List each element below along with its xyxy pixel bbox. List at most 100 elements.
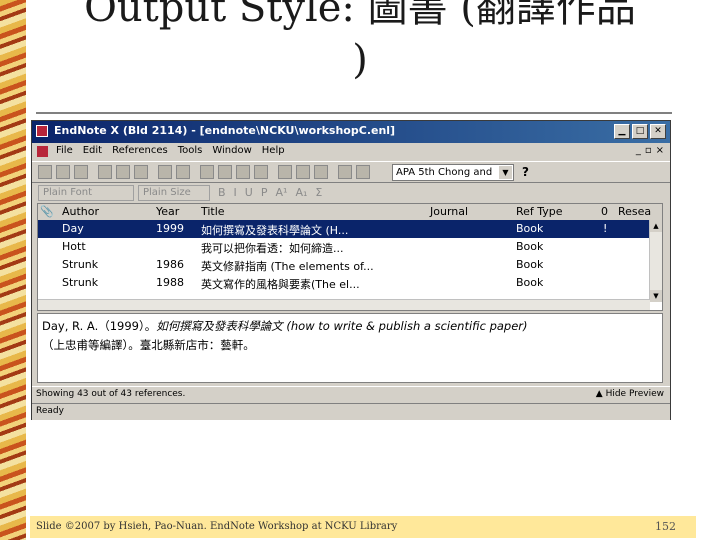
font-select[interactable]: Plain Font: [38, 185, 134, 201]
main-toolbar: APA 5th Chong and ▼ ?: [32, 161, 670, 183]
table-row[interactable]: Day 1999 如何撰寫及發表科學論文 (H... Book !: [38, 220, 650, 238]
ready-status: Ready: [36, 406, 64, 416]
hide-preview-label: Hide Preview: [605, 389, 664, 399]
insert-citation-icon[interactable]: [200, 165, 214, 179]
scroll-down-icon[interactable]: ▼: [650, 290, 662, 302]
open-icon[interactable]: [56, 165, 70, 179]
horizontal-scrollbar[interactable]: [38, 299, 650, 310]
scroll-up-icon[interactable]: ▲: [650, 220, 662, 232]
size-select[interactable]: Plain Size: [138, 185, 210, 201]
document-icon[interactable]: [37, 146, 48, 157]
author-cell: Hott: [62, 240, 86, 253]
flag-cell: !: [603, 222, 608, 235]
title-divider: [36, 112, 672, 114]
footer-credit: Slide ©2007 by Hsieh, Pao-Nuan. EndNote …: [36, 521, 398, 532]
column-flag[interactable]: 0: [601, 205, 608, 218]
table-row[interactable]: Strunk 1988 英文寫作的風格與要素(The el... Book: [38, 274, 650, 292]
table-row[interactable]: Strunk 1986 英文修辭指南 (The elements of... B…: [38, 256, 650, 274]
vertical-scrollbar[interactable]: ▲ ▼: [649, 220, 662, 302]
author-cell: Day: [62, 222, 84, 235]
slide-footer: Slide ©2007 by Hsieh, Pao-Nuan. EndNote …: [30, 516, 696, 538]
column-year[interactable]: Year: [156, 205, 179, 218]
year-cell: 1988: [156, 276, 184, 289]
paste-icon[interactable]: [134, 165, 148, 179]
citation-preview: Day, R. A.（1999）。如何撰寫及發表科學論文 (how to wri…: [37, 313, 663, 383]
author-cell: Strunk: [62, 276, 99, 289]
slide-title: Output Style: 圖書 (翻譯作品 ): [40, 0, 680, 86]
cut-icon[interactable]: [98, 165, 112, 179]
column-title[interactable]: Title: [201, 205, 225, 218]
sync-icon[interactable]: [314, 165, 328, 179]
open-link-icon[interactable]: [254, 165, 268, 179]
menu-help[interactable]: Help: [262, 145, 285, 156]
italic-button[interactable]: I: [234, 186, 237, 199]
maximize-button[interactable]: □: [632, 124, 648, 139]
ref-type-cell: Book: [516, 258, 544, 271]
doc-close-icon[interactable]: ×: [656, 145, 664, 156]
reference-status-bar: Showing 43 out of 43 references. ▲ Hide …: [32, 386, 670, 403]
ref-type-cell: Book: [516, 240, 544, 253]
title-cell: 英文修辭指南 (The elements of...: [201, 260, 374, 273]
reference-table: 📎 Author Year Title Journal Ref Type 0 R…: [37, 203, 663, 311]
window-titlebar[interactable]: EndNote X (Bld 2114) - [endnote\NCKU\wor…: [32, 121, 670, 143]
title-cell: 英文寫作的風格與要素(The el...: [201, 278, 360, 291]
symbol-button[interactable]: Σ: [315, 186, 322, 199]
underline-button[interactable]: U: [245, 186, 253, 199]
attachment-column-icon[interactable]: 📎: [40, 205, 54, 218]
menu-file[interactable]: File: [56, 145, 73, 156]
format-bibliography-icon[interactable]: [218, 165, 232, 179]
output-style-value: APA 5th Chong and: [396, 167, 493, 178]
endnote-app-icon: [36, 125, 48, 137]
copy-icon[interactable]: [116, 165, 130, 179]
minimize-button[interactable]: ▁: [614, 124, 630, 139]
menu-bar: File Edit References Tools Window Help _…: [32, 143, 670, 161]
slide-title-line2: ): [352, 37, 368, 83]
title-cell: 我可以把你看透：如何締造...: [201, 242, 344, 255]
find-icon[interactable]: [158, 165, 172, 179]
cite-while-write-icon[interactable]: [296, 165, 310, 179]
menu-edit[interactable]: Edit: [83, 145, 102, 156]
preview-publisher: （上忠甫等編譯）。臺北縣新店市：藝軒。: [42, 338, 255, 352]
reference-count: Showing 43 out of 43 references.: [36, 389, 186, 399]
print-icon[interactable]: [74, 165, 88, 179]
chevron-down-icon[interactable]: ▼: [499, 166, 512, 179]
title-cell: 如何撰寫及發表科學論文 (H...: [201, 224, 349, 237]
output-style-select[interactable]: APA 5th Chong and ▼: [392, 164, 514, 181]
window-title: EndNote X (Bld 2114) - [endnote\NCKU\wor…: [54, 124, 396, 137]
online-search-icon[interactable]: [176, 165, 190, 179]
menu-references[interactable]: References: [112, 145, 168, 156]
column-author[interactable]: Author: [62, 205, 99, 218]
author-cell: Strunk: [62, 258, 99, 271]
doc-minimize-icon[interactable]: _: [636, 145, 641, 156]
new-icon[interactable]: [38, 165, 52, 179]
menu-window[interactable]: Window: [212, 145, 251, 156]
table-row[interactable]: Hott 我可以把你看透：如何締造... Book: [38, 238, 650, 256]
ref-type-cell: Book: [516, 276, 544, 289]
endnote-window: EndNote X (Bld 2114) - [endnote\NCKU\wor…: [31, 120, 671, 420]
hide-preview-button[interactable]: ▲ Hide Preview: [596, 389, 664, 399]
table-header: 📎 Author Year Title Journal Ref Type 0 R…: [38, 204, 662, 221]
slide-title-line1: Output Style: 圖書 (翻譯作品: [84, 0, 636, 31]
preview-toggle-icon[interactable]: [338, 165, 352, 179]
plain-button[interactable]: P: [261, 186, 268, 199]
preview-title: 如何撰寫及發表科學論文 (how to write & publish a sc…: [156, 319, 528, 333]
year-cell: 1999: [156, 222, 184, 235]
link-icon[interactable]: [236, 165, 250, 179]
help-button[interactable]: ?: [522, 165, 529, 179]
preview-author: Day, R. A.（1999）。: [42, 319, 157, 333]
close-button[interactable]: ✕: [650, 124, 666, 139]
ref-type-cell: Book: [516, 222, 544, 235]
column-research[interactable]: Resea: [618, 205, 651, 218]
pdf-icon[interactable]: [356, 165, 370, 179]
menu-tools[interactable]: Tools: [178, 145, 203, 156]
superscript-button[interactable]: A¹: [276, 186, 288, 199]
window-status-bar: Ready: [32, 403, 670, 420]
bold-button[interactable]: B: [218, 186, 226, 199]
subscript-button[interactable]: A₁: [295, 186, 307, 199]
column-journal[interactable]: Journal: [430, 205, 468, 218]
doc-restore-icon[interactable]: ▫: [645, 145, 652, 156]
word-icon[interactable]: [278, 165, 292, 179]
year-cell: 1986: [156, 258, 184, 271]
decorative-border: [0, 0, 26, 540]
column-ref-type[interactable]: Ref Type: [516, 205, 563, 218]
